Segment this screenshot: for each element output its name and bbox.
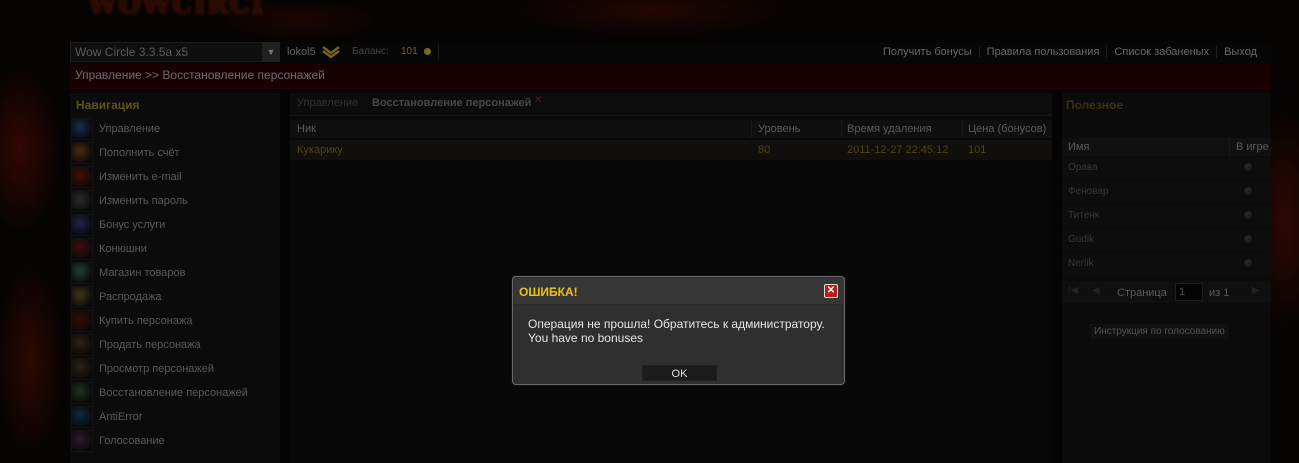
ok-button[interactable]: OK (642, 365, 717, 381)
close-icon[interactable]: ✕ (824, 284, 838, 298)
dialog-header: ОШИБКА! ✕ (514, 278, 843, 305)
error-dialog: ОШИБКА! ✕ Операция не прошла! Обратитесь… (512, 276, 845, 385)
dialog-message: Операция не прошла! Обратитесь к админис… (528, 317, 825, 345)
modal-overlay (0, 0, 1299, 463)
dialog-title: ОШИБКА! (519, 285, 578, 299)
message-line: Операция не прошла! Обратитесь к админис… (528, 317, 825, 331)
message-line: You have no bonuses (528, 331, 643, 345)
